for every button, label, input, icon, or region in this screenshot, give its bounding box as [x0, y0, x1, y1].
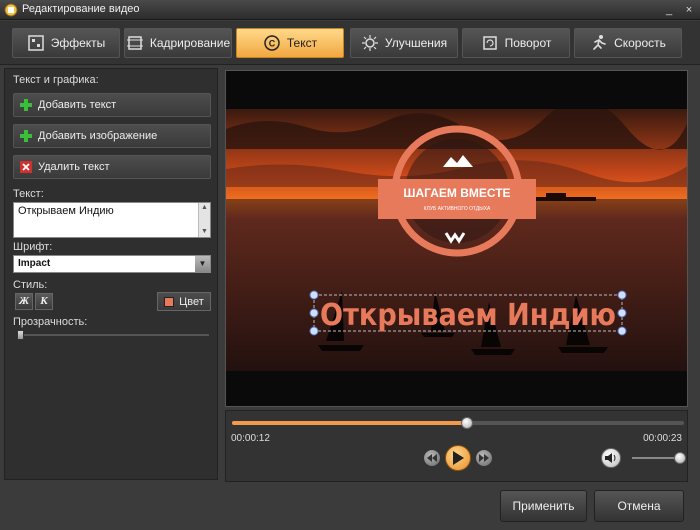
badge-title: ШАГАЕМ ВМЕСТЕ [403, 186, 510, 200]
scroll-down-icon[interactable]: ▼ [199, 227, 210, 237]
film-icon [4, 3, 18, 17]
minimize-button[interactable]: _ [662, 3, 676, 17]
font-select-value: Impact [18, 258, 51, 269]
delete-icon [20, 161, 32, 173]
close-button[interactable]: × [682, 3, 696, 17]
color-button[interactable]: Цвет [157, 292, 211, 311]
add-text-button[interactable]: Добавить текст [13, 93, 211, 117]
rewind-button[interactable] [423, 449, 441, 467]
rewind-icon [427, 454, 437, 462]
opacity-slider-track[interactable] [17, 334, 209, 336]
badge-subtitle: КЛУБ АКТИВНОГО ОТДЫХА [424, 206, 491, 212]
volume-slider-thumb[interactable] [674, 452, 686, 464]
text-label: Текст: [13, 188, 44, 200]
plus-icon [20, 130, 32, 142]
tab-bar: Эффекты Кадрирование C Текст Улучшения П… [0, 21, 700, 65]
bold-button[interactable]: Ж [15, 293, 33, 310]
window-title: Редактирование видео [22, 3, 140, 15]
rotate-icon [482, 36, 497, 50]
runner-icon [593, 35, 606, 50]
play-icon [453, 451, 464, 465]
button-label: Добавить изображение [38, 130, 158, 142]
current-time: 00:00:12 [231, 433, 270, 444]
volume-button[interactable] [601, 448, 621, 468]
video-preview: ШАГАЕМ ВМЕСТЕ КЛУБ АКТИВНОГО ОТДЫХА Откр… [225, 70, 688, 407]
text-icon: C [264, 35, 280, 51]
player-controls: 00:00:12 00:00:23 [225, 410, 688, 482]
effects-icon [27, 35, 44, 51]
italic-button[interactable]: К [35, 293, 53, 310]
crop-icon [126, 36, 143, 50]
video-frame: ШАГАЕМ ВМЕСТЕ КЛУБ АКТИВНОГО ОТДЫХА Откр… [226, 109, 687, 371]
scroll-up-icon[interactable]: ▲ [199, 203, 210, 213]
button-label: Добавить текст [38, 99, 117, 111]
add-image-button[interactable]: Добавить изображение [13, 124, 211, 148]
tab-label: Кадрирование [149, 36, 231, 50]
fast-forward-button[interactable] [475, 449, 493, 467]
tab-text[interactable]: C Текст [236, 28, 344, 58]
opacity-slider-thumb[interactable] [17, 330, 24, 340]
seek-progress [232, 421, 468, 425]
text-scrollbar[interactable]: ▲ ▼ [198, 203, 210, 237]
tab-label: Скорость [614, 36, 666, 50]
tab-label: Поворот [504, 36, 552, 50]
chevron-down-icon[interactable]: ▼ [195, 256, 210, 272]
tab-crop[interactable]: Кадрирование [124, 28, 232, 58]
plus-icon [20, 99, 32, 111]
play-button[interactable] [445, 445, 471, 471]
text-input[interactable]: Открываем Индию ▲ ▼ [13, 202, 211, 238]
total-time: 00:00:23 [643, 433, 682, 444]
svg-text:C: C [269, 39, 276, 49]
tab-rotate[interactable]: Поворот [462, 28, 570, 58]
text-input-value: Открываем Индию [18, 205, 114, 217]
text-graphics-panel: Текст и графика: Добавить текст Добавить… [4, 68, 218, 480]
style-label: Стиль: [13, 279, 48, 291]
color-label: Цвет [179, 295, 204, 308]
tab-effects[interactable]: Эффекты [12, 28, 120, 58]
apply-button[interactable]: Применить [500, 490, 587, 522]
cancel-button[interactable]: Отмена [594, 490, 684, 522]
sun-icon [361, 35, 378, 51]
tab-speed[interactable]: Скорость [574, 28, 682, 58]
tab-enhance[interactable]: Улучшения [350, 28, 458, 58]
tab-label: Улучшения [384, 36, 448, 50]
tab-label: Эффекты [50, 36, 106, 50]
overlay-text[interactable]: Открываем Индию [320, 298, 616, 333]
tab-label: Текст [286, 36, 318, 50]
delete-text-button[interactable]: Удалить текст [13, 155, 211, 179]
section-title: Текст и графика: [13, 74, 99, 86]
font-select[interactable]: Impact ▼ [13, 255, 211, 273]
speaker-icon [605, 453, 616, 463]
fast-forward-icon [479, 454, 489, 462]
button-label: Удалить текст [38, 161, 110, 173]
seek-thumb[interactable] [461, 417, 474, 429]
color-swatch [164, 296, 175, 307]
opacity-label: Прозрачность: [13, 316, 88, 328]
font-label: Шрифт: [13, 241, 53, 253]
title-bar: Редактирование видео _ × [0, 0, 700, 20]
